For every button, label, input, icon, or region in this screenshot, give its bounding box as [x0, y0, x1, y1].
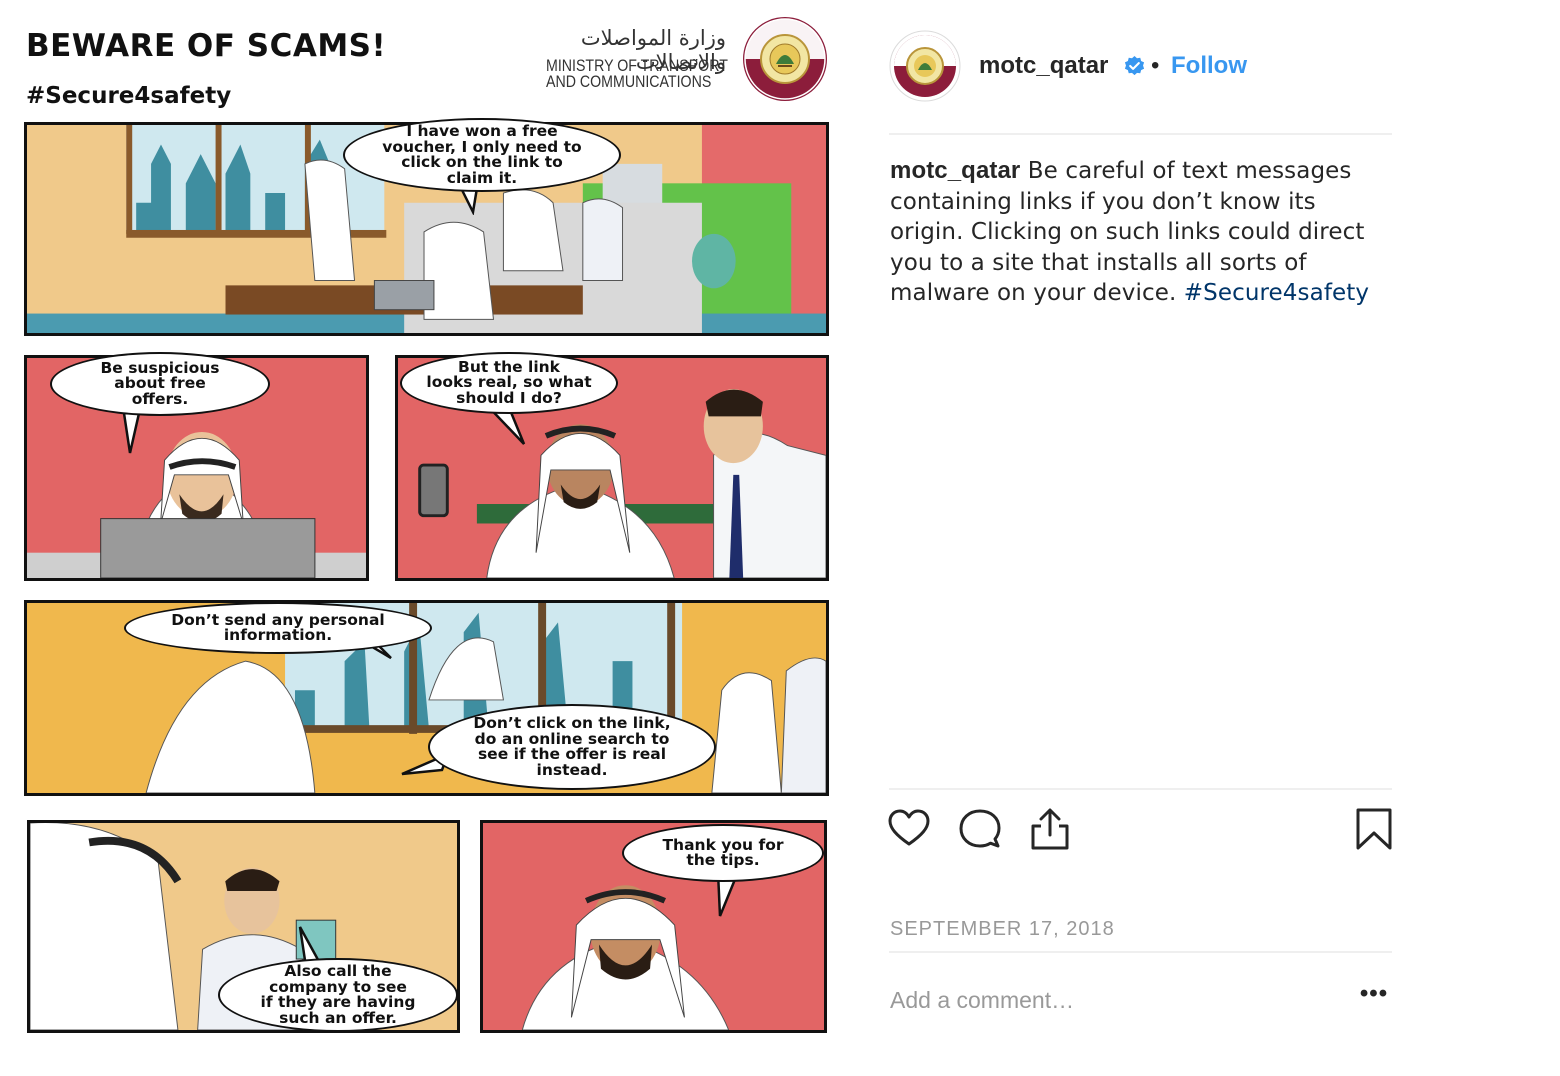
bookmark-icon[interactable]	[1351, 806, 1397, 852]
comment-icon[interactable]	[957, 806, 1003, 852]
bubble-text: instead.	[536, 760, 608, 779]
share-icon[interactable]	[1027, 806, 1073, 852]
ministry-line-1: MINISTRY OF TRANSPORT	[546, 57, 728, 75]
comic-hashtag: #Secure4safety	[26, 83, 232, 109]
bubble-text: information.	[223, 626, 333, 644]
speech-bubble-2: Be suspicious about free offers.	[50, 352, 270, 416]
heart-icon[interactable]	[886, 806, 932, 852]
post-date: SEPTEMBER 17, 2018	[890, 918, 1115, 940]
comment-input[interactable]	[890, 982, 1330, 1018]
speech-bubble-1: I have won a free voucher, I only need t…	[343, 118, 621, 192]
profile-avatar[interactable]	[889, 30, 961, 102]
caption-hashtag[interactable]: #Secure4safety	[1184, 280, 1369, 306]
caption-username[interactable]: motc_qatar	[890, 157, 1020, 184]
ministry-seal-logo	[743, 17, 827, 101]
ministry-line-2: AND COMMUNICATIONS	[546, 73, 712, 91]
bubble-text: offers.	[131, 389, 189, 408]
bubble-text: claim it.	[446, 168, 518, 187]
post-caption: motc_qatar Be careful of text messages c…	[890, 156, 1390, 309]
comic-title: BEWARE OF SCAMS!	[26, 28, 387, 64]
divider	[889, 951, 1392, 953]
verified-badge-icon	[1124, 55, 1145, 76]
bubble-text: should I do?	[456, 388, 562, 407]
post-username[interactable]: motc_qatar	[979, 52, 1108, 80]
bubble-text: the tips.	[686, 851, 760, 869]
speech-bubble-3: But the link looks real, so what should …	[400, 352, 618, 414]
follow-button[interactable]: Follow	[1171, 52, 1247, 80]
divider	[889, 788, 1392, 790]
divider	[889, 133, 1392, 135]
post-image[interactable]: BEWARE OF SCAMS! #Secure4safety وزارة ال…	[0, 0, 850, 1076]
speech-bubble-6: Also call the company to see if they are…	[218, 958, 458, 1032]
speech-bubble-5: Don’t click on the link, do an online se…	[428, 704, 716, 790]
more-options-icon[interactable]: •••	[1356, 980, 1392, 1016]
speech-bubble-7: Thank you for the tips.	[622, 824, 824, 882]
header-separator: •	[1151, 52, 1160, 79]
bubble-text: such an offer.	[279, 1008, 397, 1027]
ministry-name-english: MINISTRY OF TRANSPORT AND COMMUNICATIONS	[546, 57, 728, 91]
speech-bubble-4: Don’t send any personal information.	[124, 602, 432, 654]
